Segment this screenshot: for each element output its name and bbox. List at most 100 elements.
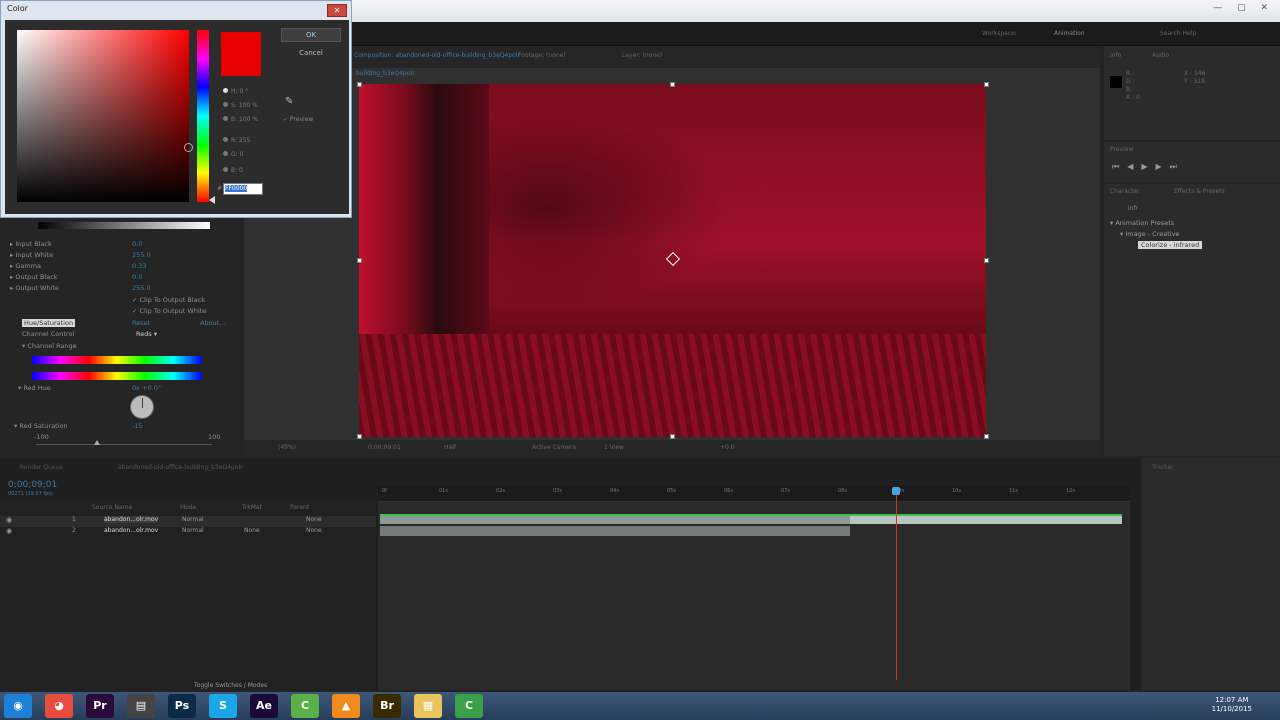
taskbar-app-icon[interactable]: S xyxy=(209,694,237,718)
taskbar-app-icon[interactable]: Pr xyxy=(86,694,114,718)
color-marker[interactable] xyxy=(184,143,193,152)
cancel-button[interactable]: Cancel xyxy=(281,47,341,61)
hex-input[interactable]: FF0000 xyxy=(223,183,263,195)
transform-handle[interactable] xyxy=(670,434,675,439)
transform-handle[interactable] xyxy=(357,434,362,439)
hue-dial[interactable] xyxy=(130,395,154,419)
breadcrumb[interactable]: building_b3eQ4poIr xyxy=(356,70,415,77)
red-saturation-label[interactable]: ▾ Red Saturation xyxy=(14,422,68,430)
transform-handle[interactable] xyxy=(984,434,989,439)
clip-white-checkbox[interactable]: ✓ Clip To Output White xyxy=(132,307,206,315)
reset-link[interactable]: Reset xyxy=(132,319,150,327)
g-field[interactable]: G: 0 xyxy=(223,151,243,158)
transform-handle[interactable] xyxy=(670,82,675,87)
clip-black-checkbox[interactable]: ✓ Clip To Output Black xyxy=(132,296,205,304)
layer-bar[interactable] xyxy=(380,526,850,536)
tab-footage[interactable]: Footage: (none) xyxy=(518,52,566,59)
about-link[interactable]: About... xyxy=(200,319,225,327)
effect-row[interactable]: ▸ Output White 255.0 xyxy=(10,284,151,292)
viewer-timecode[interactable]: 0;00;09;01 xyxy=(368,444,401,451)
channel-range-label[interactable]: ▾ Channel Range xyxy=(22,342,77,350)
eyedropper-icon[interactable]: ✎ xyxy=(285,96,293,107)
blue-field[interactable]: B: 0 xyxy=(223,167,243,174)
close-button[interactable]: ✕ xyxy=(327,4,347,17)
transform-handle[interactable] xyxy=(357,82,362,87)
zoom-select[interactable]: (49%) xyxy=(278,444,296,451)
effect-row[interactable]: ▸ Output Black 0.0 xyxy=(10,273,142,281)
transform-handle[interactable] xyxy=(984,258,989,263)
taskbar-app-icon[interactable]: Ps xyxy=(168,694,196,718)
exposure-value[interactable]: +0.0 xyxy=(720,444,735,451)
taskbar-app-icon[interactable]: ◉ xyxy=(4,694,32,718)
views-select[interactable]: 1 View xyxy=(604,444,624,451)
tree-item-image-creative[interactable]: ▾ Image - Creative xyxy=(1120,230,1179,238)
layer-name[interactable]: abandon...olr.mov xyxy=(104,527,158,534)
saturation-slider-thumb[interactable] xyxy=(94,440,100,445)
tree-item-colorize-infrared[interactable]: Colorize - infrared xyxy=(1138,241,1203,249)
transform-handle[interactable] xyxy=(984,82,989,87)
tab-effects-presets[interactable]: Effects & Presets xyxy=(1174,188,1225,195)
channel-control-select[interactable]: Reds ▾ xyxy=(136,330,157,338)
system-clock[interactable]: 12:07 AM 11/10/2015 xyxy=(1212,696,1252,714)
hue-slider[interactable] xyxy=(197,30,209,202)
tree-item-animation-presets[interactable]: ▾ Animation Presets xyxy=(1110,219,1174,227)
h-field[interactable]: H: 0 ° xyxy=(223,88,248,95)
playback-controls[interactable]: ⏮◀▶▶⏭ xyxy=(1112,162,1185,172)
ruler-tick-label: 0f xyxy=(382,488,387,494)
effect-row[interactable]: ▸ Input Black 0.0 xyxy=(10,240,142,248)
red-hue-value[interactable]: 0x +0.0° xyxy=(132,384,161,392)
timeline-timecode[interactable]: 0;00;09;01 xyxy=(8,480,57,490)
channel-range-spectrum[interactable] xyxy=(32,356,202,364)
taskbar-app-icon[interactable]: ▦ xyxy=(414,694,442,718)
playhead[interactable] xyxy=(896,490,897,680)
resolution-select[interactable]: Half xyxy=(444,444,456,451)
playhead-handle[interactable] xyxy=(892,487,900,495)
taskbar-app-icon[interactable]: C xyxy=(455,694,483,718)
eye-icon[interactable]: ◉ xyxy=(6,527,12,535)
taskbar-app-icon[interactable]: ▲ xyxy=(332,694,360,718)
transform-handle[interactable] xyxy=(357,258,362,263)
tab-comp-timeline[interactable]: abandoned-old-office-building_b3eQ4poIr xyxy=(118,464,243,471)
toggle-switches-modes[interactable]: Toggle Switches / Modes xyxy=(194,682,267,689)
r-field[interactable]: R: 255 xyxy=(223,137,250,144)
search-help-input[interactable]: Search Help xyxy=(1160,30,1196,37)
layer-row[interactable]: ◉ 2 abandon...olr.mov Normal None None xyxy=(0,527,376,538)
presets-search-input[interactable]: infr xyxy=(1128,205,1138,212)
parent-select[interactable]: None xyxy=(306,516,322,523)
tab-info[interactable]: Info xyxy=(1110,52,1121,59)
tab-character[interactable]: Character xyxy=(1110,188,1140,195)
channel-range-spectrum[interactable] xyxy=(32,372,202,380)
trkmat-select[interactable]: None xyxy=(244,527,260,534)
parent-select[interactable]: None xyxy=(306,527,322,534)
window-controls[interactable]: — ▢ ✕ xyxy=(1213,3,1274,13)
mode-select[interactable]: Normal xyxy=(182,527,204,534)
taskbar-app-icon[interactable]: Ae xyxy=(250,694,278,718)
mode-select[interactable]: Normal xyxy=(182,516,204,523)
eye-icon[interactable]: ◉ xyxy=(6,516,12,524)
saturation-slider-track[interactable] xyxy=(36,444,212,445)
tab-composition[interactable]: Composition: abandoned-old-office-buildi… xyxy=(354,52,520,59)
workspace-select[interactable]: Animation xyxy=(1054,30,1085,37)
hue-slider-arrow-icon[interactable] xyxy=(209,196,215,204)
saturation-brightness-field[interactable] xyxy=(17,30,193,202)
s-field[interactable]: S: 100 % xyxy=(223,102,258,109)
layer-row[interactable]: ◉ 1 abandon...olr.mov Normal None xyxy=(0,516,376,527)
red-saturation-value[interactable]: -15 xyxy=(132,422,143,430)
tab-layer[interactable]: Layer: (none) xyxy=(622,52,662,59)
taskbar-app-icon[interactable]: ▤ xyxy=(127,694,155,718)
red-hue-label[interactable]: ▾ Red Hue xyxy=(18,384,51,392)
preview-checkbox[interactable]: ✓ Preview xyxy=(283,116,313,123)
tab-audio[interactable]: Audio xyxy=(1152,52,1169,59)
tab-render-queue[interactable]: Render Queue xyxy=(20,464,63,471)
taskbar-app-icon[interactable]: C xyxy=(291,694,319,718)
time-ruler[interactable]: 0f01s02s03s04s05s06s07s08s09s10s11s12s xyxy=(378,486,1130,502)
b-field[interactable]: B: 100 % xyxy=(223,116,258,123)
taskbar-app-icon[interactable]: ◕ xyxy=(45,694,73,718)
ok-button[interactable]: OK xyxy=(281,28,341,42)
effect-row[interactable]: ▸ Gamma 0.33 xyxy=(10,262,146,270)
layer-name[interactable]: abandon...olr.mov xyxy=(104,516,159,523)
hue-saturation-effect[interactable]: Hue/Saturation xyxy=(22,319,76,327)
effect-row[interactable]: ▸ Input White 255.0 xyxy=(10,251,151,259)
taskbar-app-icon[interactable]: Br xyxy=(373,694,401,718)
camera-select[interactable]: Active Camera xyxy=(532,444,576,451)
